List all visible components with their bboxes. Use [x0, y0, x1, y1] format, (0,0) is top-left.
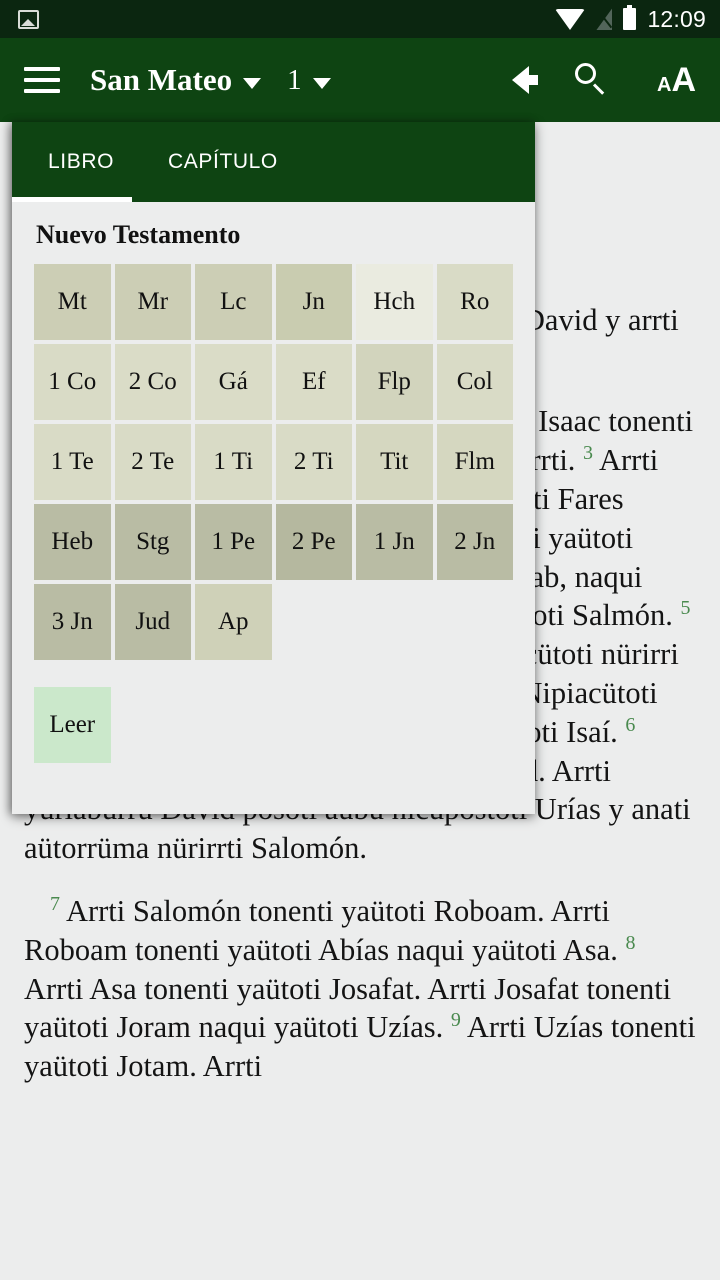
- verse-number: 9: [450, 1009, 461, 1032]
- app-bar: San Mateo 1 AA: [0, 38, 720, 122]
- book-tile[interactable]: Gá: [195, 344, 272, 420]
- book-tile[interactable]: 1 Ti: [195, 424, 272, 500]
- book-tile[interactable]: Hch: [356, 264, 433, 340]
- font-size-small-glyph: A: [656, 74, 672, 96]
- verse-number: 6: [625, 713, 636, 736]
- tab-capitulo[interactable]: CAPÍTULO: [168, 150, 278, 174]
- book-chevron-down-icon[interactable]: [243, 77, 262, 89]
- book-tile[interactable]: Heb: [34, 504, 111, 580]
- battery-icon: [623, 5, 637, 30]
- status-bar: 12:09: [0, 0, 720, 38]
- verse-number: 8: [625, 931, 636, 954]
- verse-text: Arrti Salomón tonenti yaütoti Roboam. Ar…: [24, 893, 626, 967]
- book-tile[interactable]: Tit: [356, 424, 433, 500]
- verse-number: 7: [50, 892, 60, 915]
- search-icon[interactable]: [574, 63, 609, 97]
- book-tile[interactable]: 2 Ti: [275, 424, 352, 500]
- verse-number: 5: [680, 597, 691, 620]
- chapter-number-label[interactable]: 1: [287, 64, 302, 97]
- read-button-wrap: Leer: [34, 687, 513, 763]
- book-tile[interactable]: Ef: [275, 344, 352, 420]
- testament-title: Nuevo Testamento: [36, 220, 241, 249]
- chapter-chevron-down-icon[interactable]: [312, 77, 331, 89]
- book-tile[interactable]: Jud: [114, 584, 191, 660]
- book-tile[interactable]: 1 Jn: [356, 504, 433, 580]
- book-tile[interactable]: Col: [436, 344, 513, 420]
- tab-libro[interactable]: LIBRO: [48, 150, 114, 174]
- book-tile[interactable]: Ap: [195, 584, 272, 660]
- book-tile[interactable]: Flm: [436, 424, 513, 500]
- book-tile[interactable]: 1 Te: [34, 424, 111, 500]
- book-grid: Mt Mr Lc Jn Hch Ro 1 Co 2 Co Gá Ef Flp Col 1 Te 2 Te 1…: [34, 264, 513, 660]
- book-tile[interactable]: Stg: [114, 504, 191, 580]
- book-tile[interactable]: Ro: [436, 264, 513, 340]
- book-tile[interactable]: 3 Jn: [34, 584, 111, 660]
- book-tile[interactable]: 1 Pe: [195, 504, 272, 580]
- book-tile[interactable]: Flp: [356, 344, 433, 420]
- book-tile[interactable]: 2 Co: [114, 344, 191, 420]
- wifi-icon: [555, 8, 586, 30]
- read-button[interactable]: Leer: [34, 687, 111, 763]
- status-bar-left: [0, 9, 39, 29]
- book-tile[interactable]: Mt: [34, 264, 111, 340]
- font-size-large-glyph: A: [671, 61, 696, 99]
- font-size-icon[interactable]: AA: [657, 63, 696, 97]
- panel-body: Nuevo Testamento Mt Mr Lc Jn Hch Ro 1 Co 2 Co Gá…: [12, 220, 535, 763]
- verse-number: 3: [583, 442, 594, 465]
- book-picker-panel: LIBRO CAPÍTULO Nuevo Testamento Mt Mr Lc Jn…: [12, 122, 535, 814]
- book-tile[interactable]: Mr: [114, 264, 191, 340]
- status-bar-right: 12:09: [555, 5, 720, 33]
- book-tile[interactable]: Lc: [195, 264, 272, 340]
- hamburger-menu-icon[interactable]: [24, 67, 60, 93]
- panel-tab-bar: LIBRO CAPÍTULO: [12, 122, 535, 202]
- book-tile[interactable]: 2 Pe: [275, 504, 352, 580]
- book-tile[interactable]: 2 Te: [114, 424, 191, 500]
- status-bar-clock: 12:09: [647, 5, 706, 32]
- tab-selected-indicator: [12, 197, 132, 202]
- book-tile[interactable]: 2 Jn: [436, 504, 513, 580]
- book-tile[interactable]: 1 Co: [34, 344, 111, 420]
- book-title-label[interactable]: San Mateo: [90, 62, 232, 98]
- speaker-icon[interactable]: [511, 66, 538, 94]
- book-tile[interactable]: Jn: [275, 264, 352, 340]
- reader-paragraph: 7 Arrti Salomón tonenti yaütoti Roboam. …: [24, 892, 696, 1086]
- no-signal-icon: [596, 8, 612, 30]
- image-icon: [18, 9, 39, 29]
